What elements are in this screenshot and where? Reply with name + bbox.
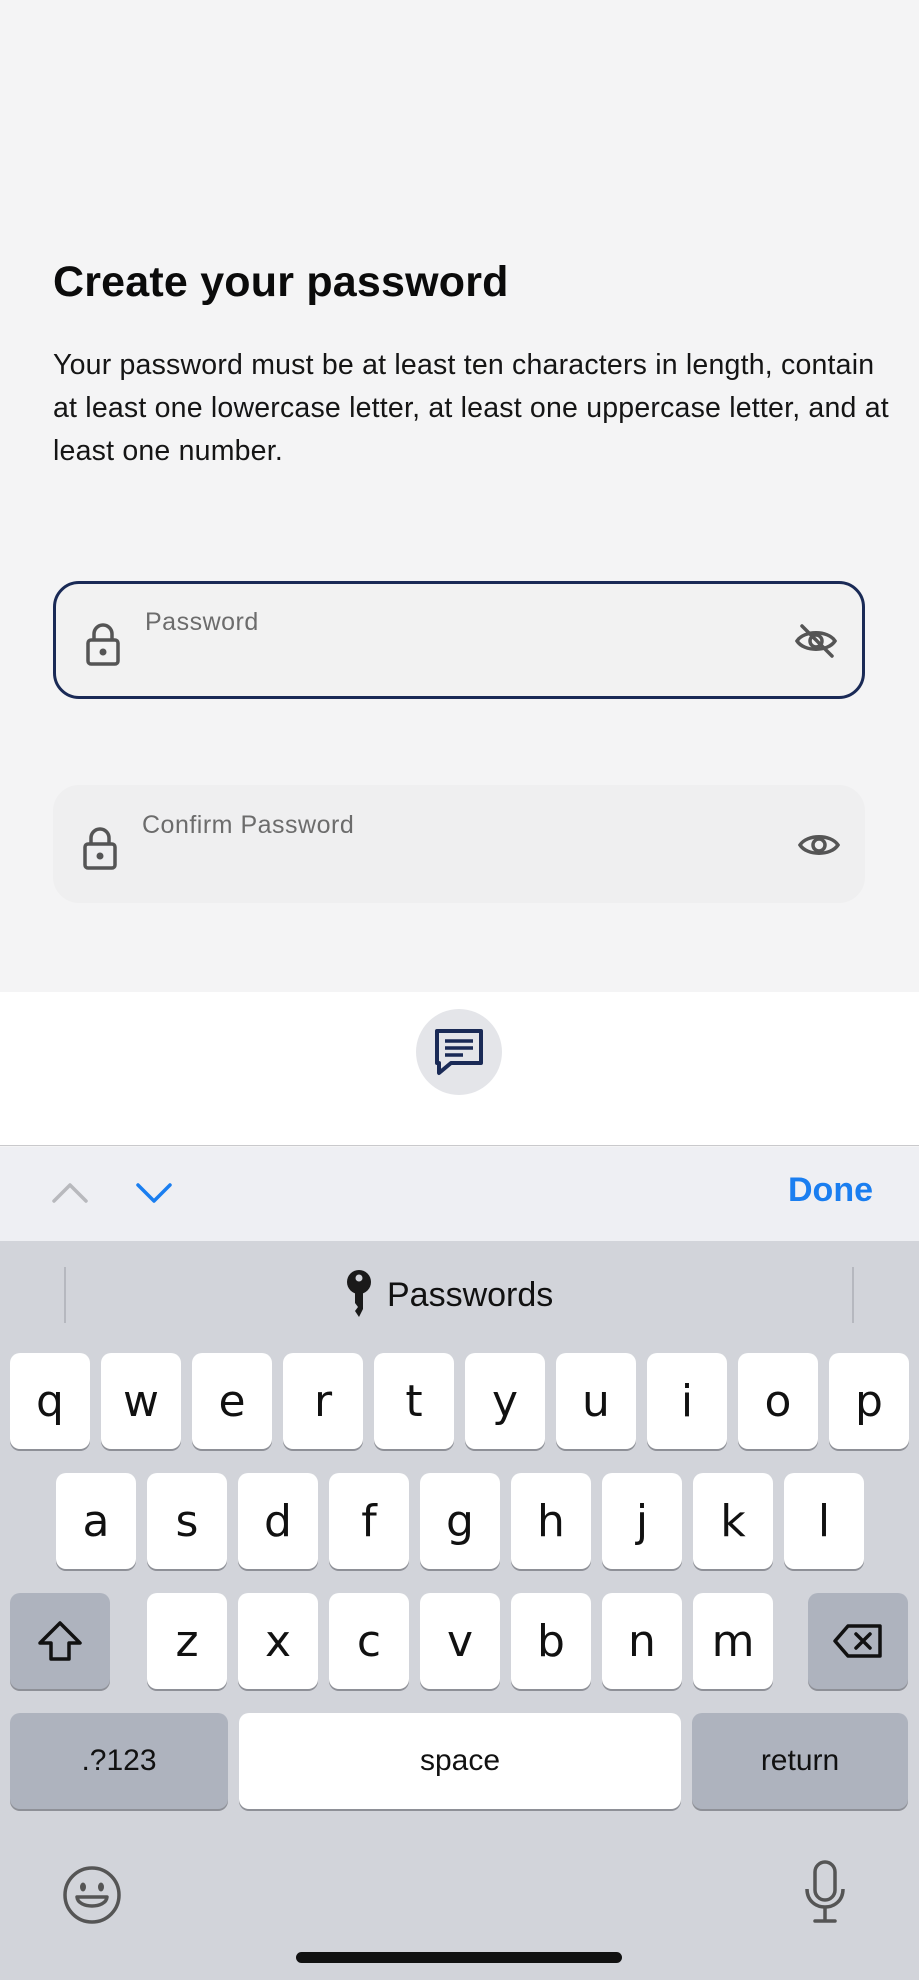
- keyboard-accessory-bar: Done: [0, 1147, 919, 1241]
- suggestion-divider: [852, 1267, 854, 1323]
- keyboard: Passwords q w e r t y u i o p a s d f g …: [0, 1241, 919, 1980]
- key-f[interactable]: f: [329, 1473, 409, 1569]
- passwords-suggestion[interactable]: Passwords: [345, 1269, 553, 1321]
- done-button[interactable]: Done: [788, 1171, 873, 1210]
- suggestion-bar: Passwords: [0, 1241, 919, 1349]
- home-indicator[interactable]: [296, 1952, 622, 1963]
- key-j[interactable]: j: [602, 1473, 682, 1569]
- key-s[interactable]: s: [147, 1473, 227, 1569]
- key-y[interactable]: y: [465, 1353, 545, 1449]
- password-field[interactable]: Password: [53, 581, 865, 699]
- content-area: Create your password Your password must …: [0, 0, 919, 992]
- page-title: Create your password: [53, 258, 509, 306]
- key-n[interactable]: n: [602, 1593, 682, 1689]
- key-g[interactable]: g: [420, 1473, 500, 1569]
- key-q[interactable]: q: [10, 1353, 90, 1449]
- key-l[interactable]: l: [784, 1473, 864, 1569]
- eye-slash-icon[interactable]: [794, 622, 838, 660]
- key-h[interactable]: h: [511, 1473, 591, 1569]
- key-p[interactable]: p: [829, 1353, 909, 1449]
- passwords-label: Passwords: [387, 1275, 554, 1314]
- numbers-key[interactable]: .?123: [10, 1713, 228, 1809]
- password-requirements: Your password must be at least ten chara…: [53, 349, 889, 467]
- emoji-icon[interactable]: [62, 1865, 122, 1925]
- key-k[interactable]: k: [693, 1473, 773, 1569]
- chat-icon: [435, 1029, 483, 1075]
- eye-icon[interactable]: [797, 826, 841, 864]
- key-a[interactable]: a: [56, 1473, 136, 1569]
- key-v[interactable]: v: [420, 1593, 500, 1689]
- key-z[interactable]: z: [147, 1593, 227, 1689]
- delete-key[interactable]: [808, 1593, 908, 1689]
- key-w[interactable]: w: [101, 1353, 181, 1449]
- password-placeholder: Password: [145, 608, 259, 636]
- chevron-up-icon[interactable]: [50, 1177, 90, 1207]
- key-c[interactable]: c: [329, 1593, 409, 1689]
- lock-icon: [83, 827, 117, 870]
- key-o[interactable]: o: [738, 1353, 818, 1449]
- chevron-down-icon[interactable]: [134, 1177, 174, 1207]
- confirm-password-field[interactable]: Confirm Password: [53, 785, 865, 903]
- key-d[interactable]: d: [238, 1473, 318, 1569]
- suggestion-divider: [64, 1267, 66, 1323]
- shift-key[interactable]: [10, 1593, 110, 1689]
- delete-icon: [833, 1624, 882, 1658]
- key-m[interactable]: m: [693, 1593, 773, 1689]
- key-e[interactable]: e: [192, 1353, 272, 1449]
- key-x[interactable]: x: [238, 1593, 318, 1689]
- key-r[interactable]: r: [283, 1353, 363, 1449]
- return-key[interactable]: return: [692, 1713, 908, 1809]
- confirm-password-placeholder: Confirm Password: [142, 811, 355, 839]
- lock-icon: [86, 623, 120, 666]
- key-b[interactable]: b: [511, 1593, 591, 1689]
- key-u[interactable]: u: [556, 1353, 636, 1449]
- key-t[interactable]: t: [374, 1353, 454, 1449]
- microphone-icon[interactable]: [803, 1859, 847, 1925]
- key-i[interactable]: i: [647, 1353, 727, 1449]
- shift-icon: [38, 1621, 82, 1661]
- key-icon: [347, 1270, 371, 1317]
- space-key[interactable]: space: [239, 1713, 681, 1809]
- chat-button[interactable]: [416, 1009, 502, 1095]
